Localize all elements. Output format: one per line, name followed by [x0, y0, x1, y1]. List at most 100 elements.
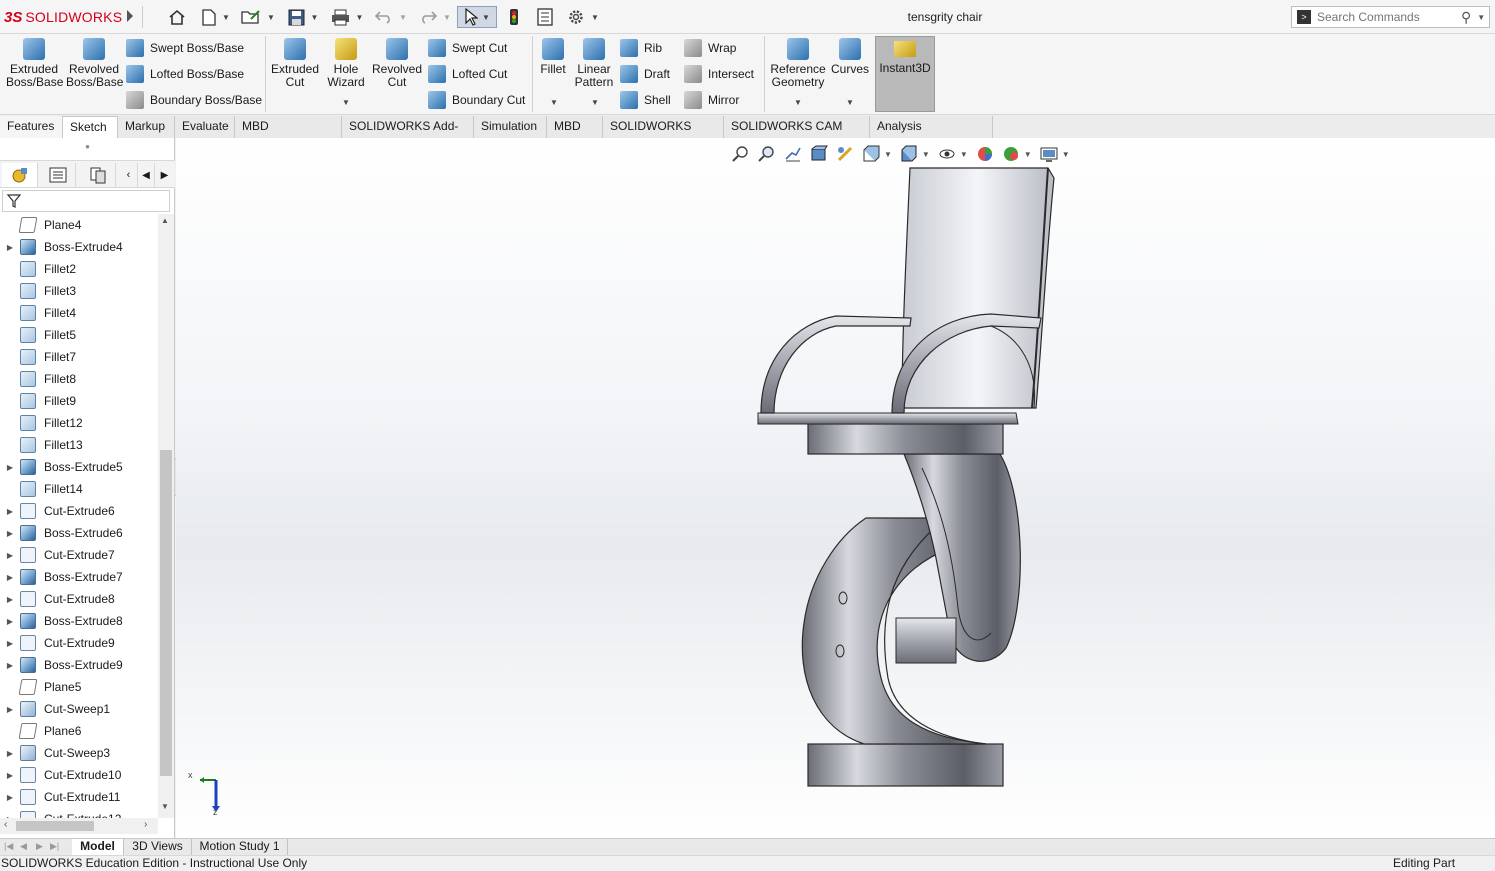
expand-arrow-icon[interactable]: ▶ — [0, 617, 20, 626]
bottom-tab-motion-study-1[interactable]: Motion Study 1 — [192, 839, 288, 855]
tabs-scroll-left-button[interactable]: ◀ — [138, 163, 155, 187]
scroll-down-icon[interactable]: ▼ — [161, 802, 169, 811]
seat-block[interactable] — [807, 423, 1004, 455]
mid-bar[interactable] — [895, 617, 957, 664]
chevron-down-icon[interactable]: ▼ — [399, 13, 407, 22]
tree-item[interactable]: ▶ Cut-Extrude8 — [0, 588, 158, 610]
revolved-boss-button[interactable]: Revolved Boss/Base — [66, 38, 123, 89]
chevron-down-icon[interactable]: ▼ — [884, 150, 892, 159]
configuration-manager-tab[interactable] — [80, 163, 116, 187]
wrap-button[interactable]: Wrap — [684, 38, 736, 58]
tab-evaluate[interactable]: Evaluate — [175, 116, 235, 138]
tree-item[interactable]: ▶ Cut-Extrude6 — [0, 500, 158, 522]
tab-markup[interactable]: Markup — [118, 116, 175, 138]
expand-arrow-icon[interactable]: ▶ — [0, 705, 20, 714]
lofted-cut-button[interactable]: Lofted Cut — [428, 64, 507, 84]
tab-solidworks-cam-tbm[interactable]: SOLIDWORKS CAM TBM — [724, 116, 870, 154]
search-icon[interactable]: ⚲ — [1461, 9, 1471, 26]
scrollbar-thumb[interactable] — [16, 821, 94, 831]
expand-arrow-icon[interactable]: ▶ — [0, 595, 20, 604]
chevron-down-icon[interactable]: ▼ — [591, 98, 599, 107]
tab-solidworks-add-ins[interactable]: SOLIDWORKS Add-Ins — [342, 116, 474, 154]
graphics-area[interactable] — [176, 138, 1495, 838]
expand-arrow-icon[interactable]: ▶ — [0, 661, 20, 670]
menu-expand-arrow-icon[interactable] — [127, 10, 133, 22]
zoom-to-area-icon[interactable] — [758, 145, 776, 163]
expand-arrow-icon[interactable]: ▶ — [0, 243, 20, 252]
chair-base[interactable] — [807, 743, 1004, 787]
tab-mbd-dimensions[interactable]: MBD Dimensions — [235, 116, 342, 154]
apply-scene-icon[interactable] — [1002, 145, 1020, 163]
fillet-button[interactable]: Fillet — [536, 38, 570, 76]
home-icon[interactable] — [166, 6, 188, 28]
tree-item[interactable]: Plane6 — [0, 720, 158, 742]
open-button[interactable]: ▼ — [239, 6, 277, 28]
feature-tree-filter[interactable] — [2, 190, 170, 212]
expand-arrow-icon[interactable]: ▶ — [0, 551, 20, 560]
next-tab-icon[interactable]: ▶ — [36, 841, 43, 852]
tree-item[interactable]: ▶ Boss-Extrude9 — [0, 654, 158, 676]
tree-item[interactable]: Fillet7 — [0, 346, 158, 368]
search-commands-box[interactable]: > ⚲ ▼ — [1291, 6, 1490, 28]
save-button[interactable]: ▼ — [285, 6, 321, 28]
redo-button[interactable]: ▼ — [416, 6, 454, 28]
scrollbar-thumb[interactable] — [160, 450, 172, 776]
expand-arrow-icon[interactable]: ▶ — [0, 639, 20, 648]
last-tab-icon[interactable]: ▶| — [50, 841, 59, 852]
tree-item[interactable]: Plane4 — [0, 214, 158, 236]
expand-arrow-icon[interactable]: ▶ — [0, 507, 20, 516]
tree-item[interactable]: Fillet8 — [0, 368, 158, 390]
bottom-tab-model[interactable]: Model — [72, 839, 124, 855]
property-manager-tab[interactable] — [40, 163, 76, 187]
rib-button[interactable]: Rib — [620, 38, 662, 58]
instant3d-toggle[interactable]: Instant3D — [875, 36, 935, 112]
tensegrity-chair-model[interactable] — [176, 138, 1495, 838]
edit-appearance-icon[interactable] — [976, 145, 994, 163]
tree-item[interactable]: ▶ Boss-Extrude5 — [0, 456, 158, 478]
tree-item[interactable]: ▶ Cut-Extrude10 — [0, 764, 158, 786]
expand-arrow-icon[interactable]: ▶ — [0, 463, 20, 472]
curves-button[interactable]: Curves — [830, 38, 870, 76]
tree-item[interactable]: Fillet14 — [0, 478, 158, 500]
tree-item[interactable]: ▶ Boss-Extrude8 — [0, 610, 158, 632]
chevron-down-icon[interactable]: ▼ — [311, 13, 319, 22]
feature-tree-horizontal-scrollbar[interactable]: ‹ › — [0, 818, 158, 834]
seat-plate[interactable] — [757, 412, 1019, 425]
tree-item[interactable]: ▶ Cut-Sweep1 — [0, 698, 158, 720]
new-document-button[interactable]: ▼ — [198, 6, 234, 28]
tree-item[interactable]: Fillet5 — [0, 324, 158, 346]
shell-button[interactable]: Shell — [620, 90, 671, 110]
options-button[interactable]: ▼ — [565, 6, 601, 28]
expand-arrow-icon[interactable]: ▶ — [0, 793, 20, 802]
view-settings-icon[interactable] — [1040, 145, 1058, 163]
tree-item[interactable]: ▶ Boss-Extrude6 — [0, 522, 158, 544]
scroll-up-icon[interactable]: ▲ — [161, 216, 169, 225]
previous-view-icon[interactable] — [784, 145, 802, 163]
chevron-down-icon[interactable]: ▼ — [846, 98, 854, 107]
select-button[interactable]: ▼ — [457, 6, 497, 28]
tree-item[interactable]: ▶ Boss-Extrude7 — [0, 566, 158, 588]
tree-item[interactable]: Fillet4 — [0, 302, 158, 324]
expand-arrow-icon[interactable]: ▶ — [0, 771, 20, 780]
tree-item[interactable]: ▶ Cut-Sweep3 — [0, 742, 158, 764]
swept-boss-button[interactable]: Swept Boss/Base — [126, 38, 244, 58]
tree-item[interactable]: ▶ Boss-Extrude4 — [0, 236, 158, 258]
chevron-down-icon[interactable]: ▼ — [1062, 150, 1070, 159]
chevron-down-icon[interactable]: ▼ — [222, 13, 230, 22]
dimxpert-manager-tab[interactable]: ‹ — [120, 163, 138, 187]
panel-drag-handle[interactable]: ● — [0, 142, 175, 158]
chevron-down-icon[interactable]: ▼ — [591, 13, 599, 22]
display-style-icon[interactable] — [900, 145, 918, 163]
bottom-tab-3d-views[interactable]: 3D Views — [124, 839, 192, 855]
intersect-button[interactable]: Intersect — [684, 64, 754, 84]
extruded-boss-button[interactable]: Extruded Boss/Base — [6, 38, 63, 89]
chevron-down-icon[interactable]: ▼ — [356, 13, 364, 22]
print-button[interactable]: ▼ — [329, 6, 365, 28]
boundary-cut-button[interactable]: Boundary Cut — [428, 90, 525, 110]
chevron-down-icon[interactable]: ▼ — [550, 98, 558, 107]
hide-show-items-icon[interactable] — [938, 145, 956, 163]
rebuild-traffic-light-icon[interactable] — [505, 6, 523, 28]
search-input[interactable] — [1317, 10, 1457, 24]
chevron-down-icon[interactable]: ▼ — [1477, 13, 1485, 22]
chevron-down-icon[interactable]: ▼ — [794, 98, 802, 107]
